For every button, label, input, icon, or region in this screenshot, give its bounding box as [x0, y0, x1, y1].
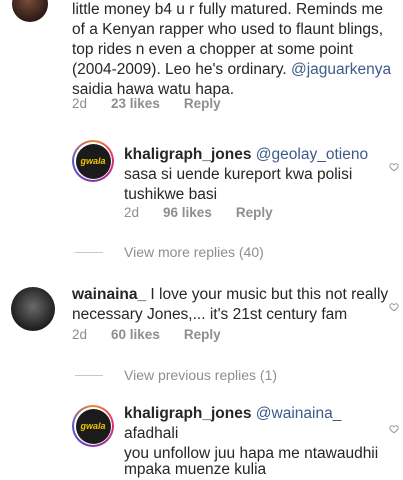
comment-line-text: (2004-2009). Leo he's ordinary.: [72, 61, 291, 78]
divider-line: [75, 375, 103, 376]
likes-count[interactable]: 60 likes: [111, 327, 160, 342]
avatar-logo-text: gwala: [80, 156, 106, 166]
reply-meta: 2d 96 likes Reply: [124, 205, 273, 220]
reply-line: khaligraph_jones @geolay_otieno: [124, 145, 394, 165]
reply-button[interactable]: Reply: [184, 327, 221, 342]
mention-link[interactable]: @jaguarkenya: [291, 61, 391, 78]
avatar[interactable]: gwala: [72, 140, 114, 182]
reply-button[interactable]: Reply: [184, 96, 221, 111]
avatar[interactable]: [12, 0, 48, 22]
comment-meta: 2d 60 likes Reply: [72, 327, 221, 342]
comment-line: wainaina_ I love your music but this not…: [72, 285, 397, 305]
comment-line-text: I love your music but this not really: [146, 286, 389, 303]
mention-link[interactable]: @geolay_otieno: [256, 146, 368, 163]
comment-text: little money b4 u r fully matured. Remin…: [72, 0, 397, 100]
avatar-logo-text: gwala: [80, 421, 106, 431]
avatar[interactable]: [11, 287, 55, 331]
divider-line: [75, 252, 103, 253]
comment-text: wainaina_ I love your music but this not…: [72, 285, 397, 325]
comment-time: 2d: [72, 96, 88, 111]
reply-button[interactable]: Reply: [236, 205, 273, 220]
reply-line: sasa si uende kureport kwa polisi: [124, 166, 353, 183]
mention-link[interactable]: @wainaina_: [256, 405, 342, 422]
heart-icon[interactable]: [389, 424, 399, 434]
heart-icon[interactable]: [389, 302, 399, 312]
reply-time: 2d: [124, 205, 140, 220]
username[interactable]: wainaina_: [72, 286, 146, 303]
comment-meta: 2d 23 likes Reply: [72, 96, 221, 111]
likes-count[interactable]: 23 likes: [111, 96, 160, 111]
username[interactable]: khaligraph_jones: [124, 405, 251, 422]
reply-text: khaligraph_jones @wainaina_ afadhali you…: [124, 404, 394, 480]
view-previous-replies-button[interactable]: View previous replies (1): [124, 367, 277, 383]
comment-line: little money b4 u r fully matured. Remin…: [72, 1, 383, 18]
avatar[interactable]: gwala: [72, 405, 114, 447]
comment-time: 2d: [72, 327, 88, 342]
username[interactable]: khaligraph_jones: [124, 146, 251, 163]
comment-line: necessary Jones,... it's 21st century fa…: [72, 306, 348, 323]
comment-line: (2004-2009). Leo he's ordinary. @jaguark…: [72, 60, 397, 80]
reply-text: khaligraph_jones @geolay_otieno sasa si …: [124, 145, 394, 205]
comment-line: top rides n even a chopper at some point: [72, 41, 353, 58]
comment-line: of a Kenyan rapper who used to flaunt bl…: [72, 21, 384, 38]
likes-count[interactable]: 96 likes: [163, 205, 212, 220]
view-more-replies-button[interactable]: View more replies (40): [124, 244, 264, 260]
reply-line-text: afadhali: [124, 425, 179, 442]
reply-line: khaligraph_jones @wainaina_ afadhali: [124, 404, 394, 444]
reply-line: tushikwe basi: [124, 186, 218, 203]
heart-icon[interactable]: [389, 162, 399, 172]
